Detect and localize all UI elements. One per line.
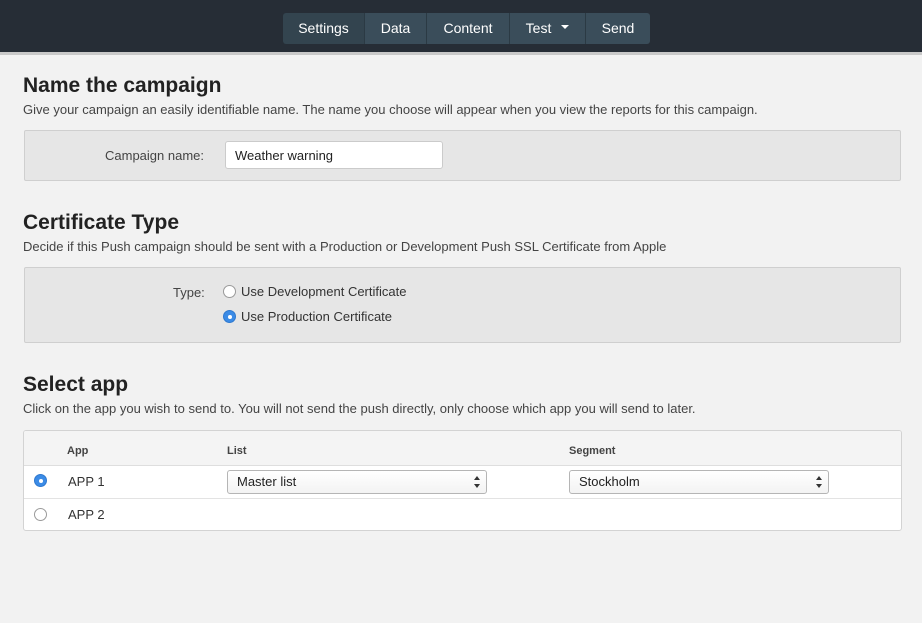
select-app-description: Click on the app you wish to send to. Yo…	[23, 401, 696, 416]
campaign-steps-tabs: Settings Data Content Test Send	[283, 13, 650, 44]
certificate-type-description: Decide if this Push campaign should be s…	[23, 239, 667, 254]
segment-select[interactable]: Stockholm	[569, 470, 829, 494]
campaign-name-input[interactable]	[225, 141, 443, 169]
table-row-app-2[interactable]: APP 2	[24, 498, 901, 530]
production-certificate-label: Use Production Certificate	[241, 309, 393, 324]
type-label: Type:	[173, 285, 205, 300]
select-arrows-icon	[816, 476, 824, 488]
list-select-value: Master list	[237, 474, 297, 489]
development-certificate-option[interactable]: Use Development Certificate	[223, 284, 406, 299]
campaign-name-panel: Campaign name:	[24, 130, 901, 181]
tab-test[interactable]: Test	[510, 13, 586, 44]
tab-content[interactable]: Content	[427, 13, 510, 44]
name-campaign-heading: Name the campaign	[23, 74, 222, 97]
production-certificate-radio[interactable]	[223, 310, 236, 323]
app-2-radio[interactable]	[34, 508, 47, 521]
tab-data[interactable]: Data	[365, 13, 427, 44]
development-certificate-label: Use Development Certificate	[241, 284, 407, 299]
certificate-type-panel: Type: Use Development Certificate Use Pr…	[24, 267, 901, 343]
name-campaign-description: Give your campaign an easily identifiabl…	[23, 102, 758, 117]
list-select[interactable]: Master list	[227, 470, 487, 494]
app-2-name: APP 2	[68, 507, 105, 522]
app-table: App List Segment APP 1 Master list Stock…	[23, 430, 902, 531]
caret-down-icon	[561, 25, 570, 30]
table-row-app-1[interactable]: APP 1 Master list Stockholm	[24, 465, 901, 498]
top-navigation-bar: Settings Data Content Test Send	[0, 0, 922, 55]
development-certificate-radio[interactable]	[223, 285, 236, 298]
tab-test-label: Test	[525, 20, 552, 36]
app-table-header: App List Segment	[24, 431, 901, 466]
app-1-name: APP 1	[68, 474, 105, 489]
app-1-radio[interactable]	[34, 474, 47, 487]
tab-settings[interactable]: Settings	[283, 13, 365, 44]
column-header-list: List	[227, 445, 247, 457]
column-header-segment: Segment	[569, 445, 616, 457]
select-arrows-icon	[474, 476, 482, 488]
column-header-app: App	[67, 445, 89, 457]
campaign-name-label: Campaign name:	[105, 148, 204, 163]
certificate-type-heading: Certificate Type	[23, 211, 179, 234]
select-app-heading: Select app	[23, 373, 129, 396]
tab-send[interactable]: Send	[586, 13, 650, 44]
production-certificate-option[interactable]: Use Production Certificate	[223, 309, 392, 324]
segment-select-value: Stockholm	[579, 474, 640, 489]
